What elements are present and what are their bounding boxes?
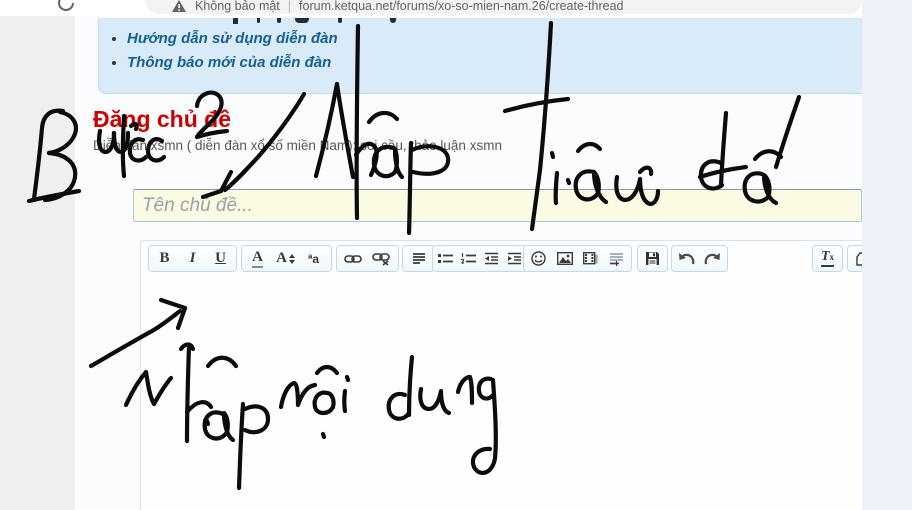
ordered-list-icon xyxy=(461,252,476,265)
floppy-disk-icon xyxy=(645,251,660,266)
toolbar-group-history xyxy=(671,245,728,272)
unlink-icon xyxy=(372,252,390,266)
clipped-text-line xyxy=(99,18,862,27)
screenshot-root: Không bảo mật | forum.ketqua.net/forums/… xyxy=(0,0,912,510)
remove-formatting-icon: Tx xyxy=(821,250,834,267)
unlink-button[interactable] xyxy=(367,248,394,269)
indent-button[interactable] xyxy=(503,248,525,269)
thread-title-input[interactable] xyxy=(133,189,862,222)
smilies-button[interactable] xyxy=(526,248,551,269)
text-align-button[interactable] xyxy=(405,248,432,269)
bold-button[interactable]: B xyxy=(151,248,178,269)
address-separator: | xyxy=(288,0,291,13)
page-title: Đăng chủ đề xyxy=(93,106,231,133)
unordered-list-button[interactable] xyxy=(435,248,457,269)
announcement-link[interactable]: Thông báo mới của diễn đàn xyxy=(127,54,331,71)
toolbar-group-align xyxy=(402,245,435,272)
insert-link-button[interactable] xyxy=(339,248,366,269)
toolbar-group-list xyxy=(432,245,528,272)
link-icon xyxy=(344,253,362,265)
image-icon xyxy=(557,252,573,265)
unordered-list-icon xyxy=(438,252,453,265)
toolbar-group-insert xyxy=(523,245,632,272)
italic-button[interactable]: I xyxy=(179,248,206,269)
font-size-icon: A xyxy=(276,251,287,266)
redo-button[interactable] xyxy=(700,248,725,269)
text-color-icon: A xyxy=(252,250,263,268)
outdent-button[interactable] xyxy=(481,248,503,269)
rich-text-editor[interactable] xyxy=(140,240,880,510)
toolbar-group-font: A A ªa xyxy=(241,245,332,272)
reload-icon xyxy=(55,0,77,14)
page-right-background xyxy=(862,0,912,510)
font-family-button[interactable]: ªa xyxy=(300,248,327,269)
insert-image-button[interactable] xyxy=(552,248,577,269)
underline-button[interactable]: U xyxy=(207,248,234,269)
left-gutter xyxy=(0,16,76,510)
url-text[interactable]: forum.ketqua.net/forums/xo-so-mien-nam.2… xyxy=(299,0,623,13)
redo-arrow-icon xyxy=(704,252,721,265)
list-item: Hướng dẫn sử dụng diễn đàn xyxy=(127,30,862,47)
address-bar[interactable]: Không bảo mật | forum.ketqua.net/forums/… xyxy=(145,0,862,14)
list-item: Thông báo mới của diễn đàn xyxy=(127,54,862,71)
undo-arrow-icon xyxy=(678,252,695,265)
font-size-button[interactable]: A xyxy=(272,248,299,269)
toolbar-group-save xyxy=(637,245,668,272)
align-left-icon xyxy=(412,252,426,265)
smiley-icon xyxy=(531,251,546,266)
film-icon xyxy=(583,252,598,266)
save-draft-button[interactable] xyxy=(640,248,665,269)
bold-icon: B xyxy=(159,251,169,266)
not-secure-warning-icon[interactable] xyxy=(171,0,187,13)
font-family-icon: ªa xyxy=(308,252,319,266)
browser-toolbar: Không bảo mật | forum.ketqua.net/forums/… xyxy=(0,0,862,16)
size-arrows-icon xyxy=(289,254,295,264)
undo-button[interactable] xyxy=(674,248,699,269)
text-color-button[interactable]: A xyxy=(244,248,271,269)
toolbar-group-basic: B I U xyxy=(148,245,237,272)
quote-icon xyxy=(609,252,624,266)
reload-button[interactable] xyxy=(55,0,77,14)
outdent-icon xyxy=(484,252,499,265)
italic-icon: I xyxy=(190,251,196,266)
forum-notice-box: Hướng dẫn sử dụng diễn đàn Thông báo mới… xyxy=(98,18,862,94)
insert-media-button[interactable] xyxy=(578,248,603,269)
notice-link-list: Hướng dẫn sử dụng diễn đàn Thông báo mới… xyxy=(113,30,862,71)
security-label[interactable]: Không bảo mật xyxy=(195,0,280,13)
insert-quote-button[interactable] xyxy=(604,248,629,269)
toolbar-group-remove-format: Tx xyxy=(812,245,843,272)
indent-icon xyxy=(507,252,522,265)
ordered-list-button[interactable] xyxy=(458,248,480,269)
underline-icon: U xyxy=(215,251,226,266)
remove-formatting-button[interactable]: Tx xyxy=(815,248,840,269)
toolbar-group-link xyxy=(336,245,399,272)
guide-link[interactable]: Hướng dẫn sử dụng diễn đàn xyxy=(127,30,338,47)
forum-description: Diễn đàn xsmn ( diễn đàn xổ số miền Nam)… xyxy=(93,138,502,153)
